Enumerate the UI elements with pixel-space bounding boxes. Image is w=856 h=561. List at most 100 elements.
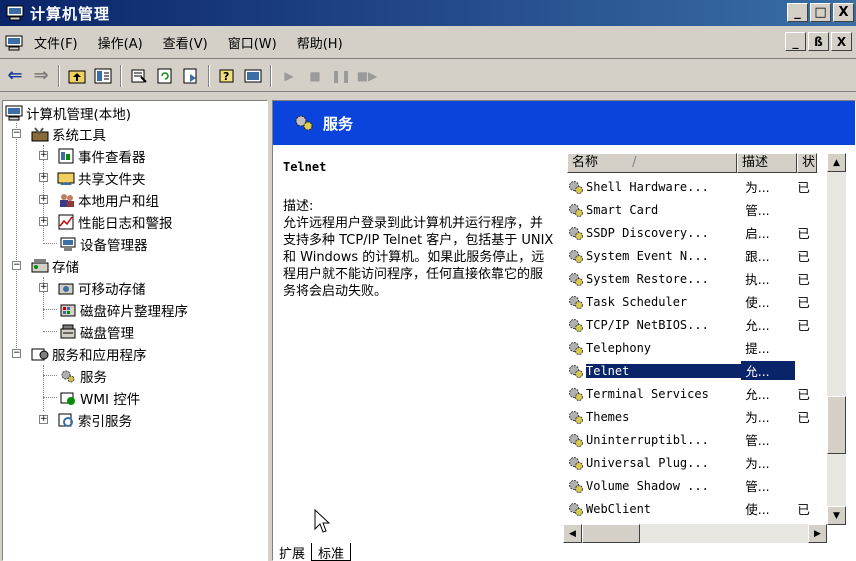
menu-help[interactable]: 帮助(H)	[297, 33, 343, 52]
tab-standard[interactable]: 标准	[312, 543, 352, 561]
list-row[interactable]: TCP/IP NetBIOS... 允... 已	[567, 313, 817, 336]
show-hide-action-pane-button[interactable]	[242, 65, 264, 87]
expander-local-users[interactable]: +	[39, 195, 48, 204]
list-row[interactable]: Telephony 提...	[567, 336, 817, 359]
menu-action[interactable]: 操作(A)	[98, 33, 143, 52]
show-hide-tree-button[interactable]	[92, 65, 114, 87]
column-status[interactable]: 状	[797, 153, 817, 173]
restart-service-button[interactable]: ■▶	[356, 65, 378, 87]
list-row[interactable]: Shell Hardware... 为... 已	[567, 175, 817, 198]
tree-item-removable-storage[interactable]: 可移动存储	[57, 278, 146, 298]
expander-storage[interactable]: −	[12, 261, 21, 270]
list-row[interactable]: WebClient 使... 已	[567, 497, 817, 520]
list-row[interactable]: Themes 为... 已	[567, 405, 817, 428]
scroll-thumb[interactable]	[582, 524, 640, 543]
tree-label: WMI 控件	[80, 392, 141, 408]
mdi-minimize-button[interactable]: _	[785, 32, 806, 51]
tree-label: 磁盘碎片整理程序	[80, 304, 188, 320]
service-name-cell: Task Scheduler	[586, 294, 688, 309]
tree-item-disk-management[interactable]: 磁盘管理	[59, 322, 134, 342]
export-list-icon	[183, 68, 197, 83]
column-description[interactable]: 描述	[737, 153, 797, 173]
forward-button[interactable]: ⇒	[30, 65, 52, 87]
expander-services-apps[interactable]: −	[12, 349, 21, 358]
scroll-thumb[interactable]	[827, 396, 846, 454]
close-button[interactable]: X	[833, 3, 854, 22]
service-name-cell: Telnet	[586, 363, 742, 378]
service-name: Telnet	[283, 160, 327, 174]
tree-item-services-apps[interactable]: 服务和应用程序	[31, 344, 147, 364]
service-desc-cell: 为...	[745, 410, 770, 425]
toolbar: ⇐ ⇒ ? ▶ ■ ❚❚ ■▶	[0, 60, 856, 92]
list-row[interactable]: Terminal Services 允... 已	[567, 382, 817, 405]
menu-bar: 文件(F) 操作(A) 查看(V) 窗口(W) 帮助(H) _ ß X	[0, 27, 856, 59]
expander-event-viewer[interactable]: +	[39, 151, 48, 160]
device-manager-icon	[60, 237, 76, 251]
list-row[interactable]: System Restore... 执... 已	[567, 267, 817, 290]
pause-icon: ❚❚	[330, 68, 352, 83]
services-list[interactable]: 名称 / 描述 状 Shell Hardware... 为... 已 Smart Ca…	[563, 153, 821, 546]
scroll-left-button[interactable]: ◀	[563, 524, 582, 543]
column-name[interactable]: 名称 /	[567, 153, 737, 173]
list-row[interactable]: System Event N... 跟... 已	[567, 244, 817, 267]
scroll-down-button[interactable]: ▼	[827, 506, 846, 525]
refresh-button[interactable]	[154, 65, 176, 87]
mdi-restore-button[interactable]: ß	[808, 32, 829, 51]
expander-system-tools[interactable]: −	[12, 129, 21, 138]
tree-item-perf-logs[interactable]: 性能日志和警报	[57, 212, 173, 232]
expander-indexing[interactable]: +	[39, 415, 48, 424]
list-row[interactable]: Universal Plug... 为...	[567, 451, 817, 474]
minimize-button[interactable]: _	[787, 3, 808, 22]
expander-shared-folders[interactable]: +	[39, 173, 48, 182]
mdi-close-button[interactable]: X	[831, 32, 852, 51]
forward-arrow-icon: ⇒	[33, 65, 49, 86]
tree-item-storage[interactable]: 存储	[31, 256, 79, 276]
vertical-scrollbar[interactable]: ▲ ▼	[827, 153, 846, 525]
pause-service-button[interactable]: ❚❚	[330, 65, 352, 87]
export-list-button[interactable]	[180, 65, 202, 87]
menu-window[interactable]: 窗口(W)	[228, 33, 277, 52]
tree-item-defrag[interactable]: 磁盘碎片整理程序	[59, 300, 188, 320]
tree-item-shared-folders[interactable]: 共享文件夹	[57, 168, 146, 188]
tree-item-wmi[interactable]: WMI 控件	[59, 388, 140, 408]
tree-item-device-manager[interactable]: 设备管理器	[59, 234, 148, 254]
tree-item-system-tools[interactable]: 系统工具	[31, 124, 106, 144]
start-service-button[interactable]: ▶	[278, 65, 300, 87]
tree-root[interactable]: 计算机管理(本地)	[5, 103, 131, 123]
service-name-cell: WebClient	[586, 501, 652, 516]
service-name-cell: Smart Card	[586, 202, 659, 217]
scroll-up-button[interactable]: ▲	[827, 153, 846, 172]
toolbar-separator	[120, 64, 122, 87]
services-apps-icon	[31, 348, 49, 361]
menu-view[interactable]: 查看(V)	[163, 33, 208, 52]
help-button[interactable]: ?	[216, 65, 238, 87]
menu-file[interactable]: 文件(F)	[34, 33, 78, 52]
expander-removable-storage[interactable]: +	[39, 283, 48, 292]
tree-item-event-viewer[interactable]: 事件查看器	[57, 146, 146, 166]
list-row[interactable]: Volume Shadow ... 管...	[567, 474, 817, 497]
properties-button[interactable]	[128, 65, 150, 87]
list-row[interactable]: Telnet 允...	[567, 359, 817, 382]
console-tree[interactable]: 计算机管理(本地) − 系统工具 + 事件查看器 + 共享文件夹 + 本地用户和…	[2, 100, 268, 561]
stop-service-button[interactable]: ■	[304, 65, 326, 87]
description-label: 描述:	[283, 199, 314, 214]
tree-item-indexing[interactable]: 索引服务	[57, 410, 132, 430]
list-row[interactable]: SSDP Discovery... 启... 已	[567, 221, 817, 244]
shared-folder-icon	[57, 172, 75, 185]
list-row[interactable]: Uninterruptibl... 管...	[567, 428, 817, 451]
service-status-cell: 已	[797, 502, 810, 517]
expander-perf-logs[interactable]: +	[39, 217, 48, 226]
computer-icon[interactable]	[4, 35, 24, 51]
back-button[interactable]: ⇐	[4, 65, 26, 87]
maximize-button[interactable]: □	[810, 3, 831, 22]
horizontal-scrollbar[interactable]: ◀ ▶	[563, 524, 827, 543]
list-row[interactable]: Smart Card 管...	[567, 198, 817, 221]
list-row[interactable]: Task Scheduler 使... 已	[567, 290, 817, 313]
scroll-right-button[interactable]: ▶	[808, 524, 827, 543]
tree-item-services[interactable]: 服务	[59, 366, 107, 386]
disk-management-icon	[60, 324, 76, 339]
tree-item-local-users[interactable]: 本地用户和组	[57, 190, 159, 210]
service-desc-cell: 启...	[745, 226, 770, 241]
tab-extended[interactable]: 扩展	[273, 543, 313, 561]
up-level-button[interactable]	[66, 65, 88, 87]
